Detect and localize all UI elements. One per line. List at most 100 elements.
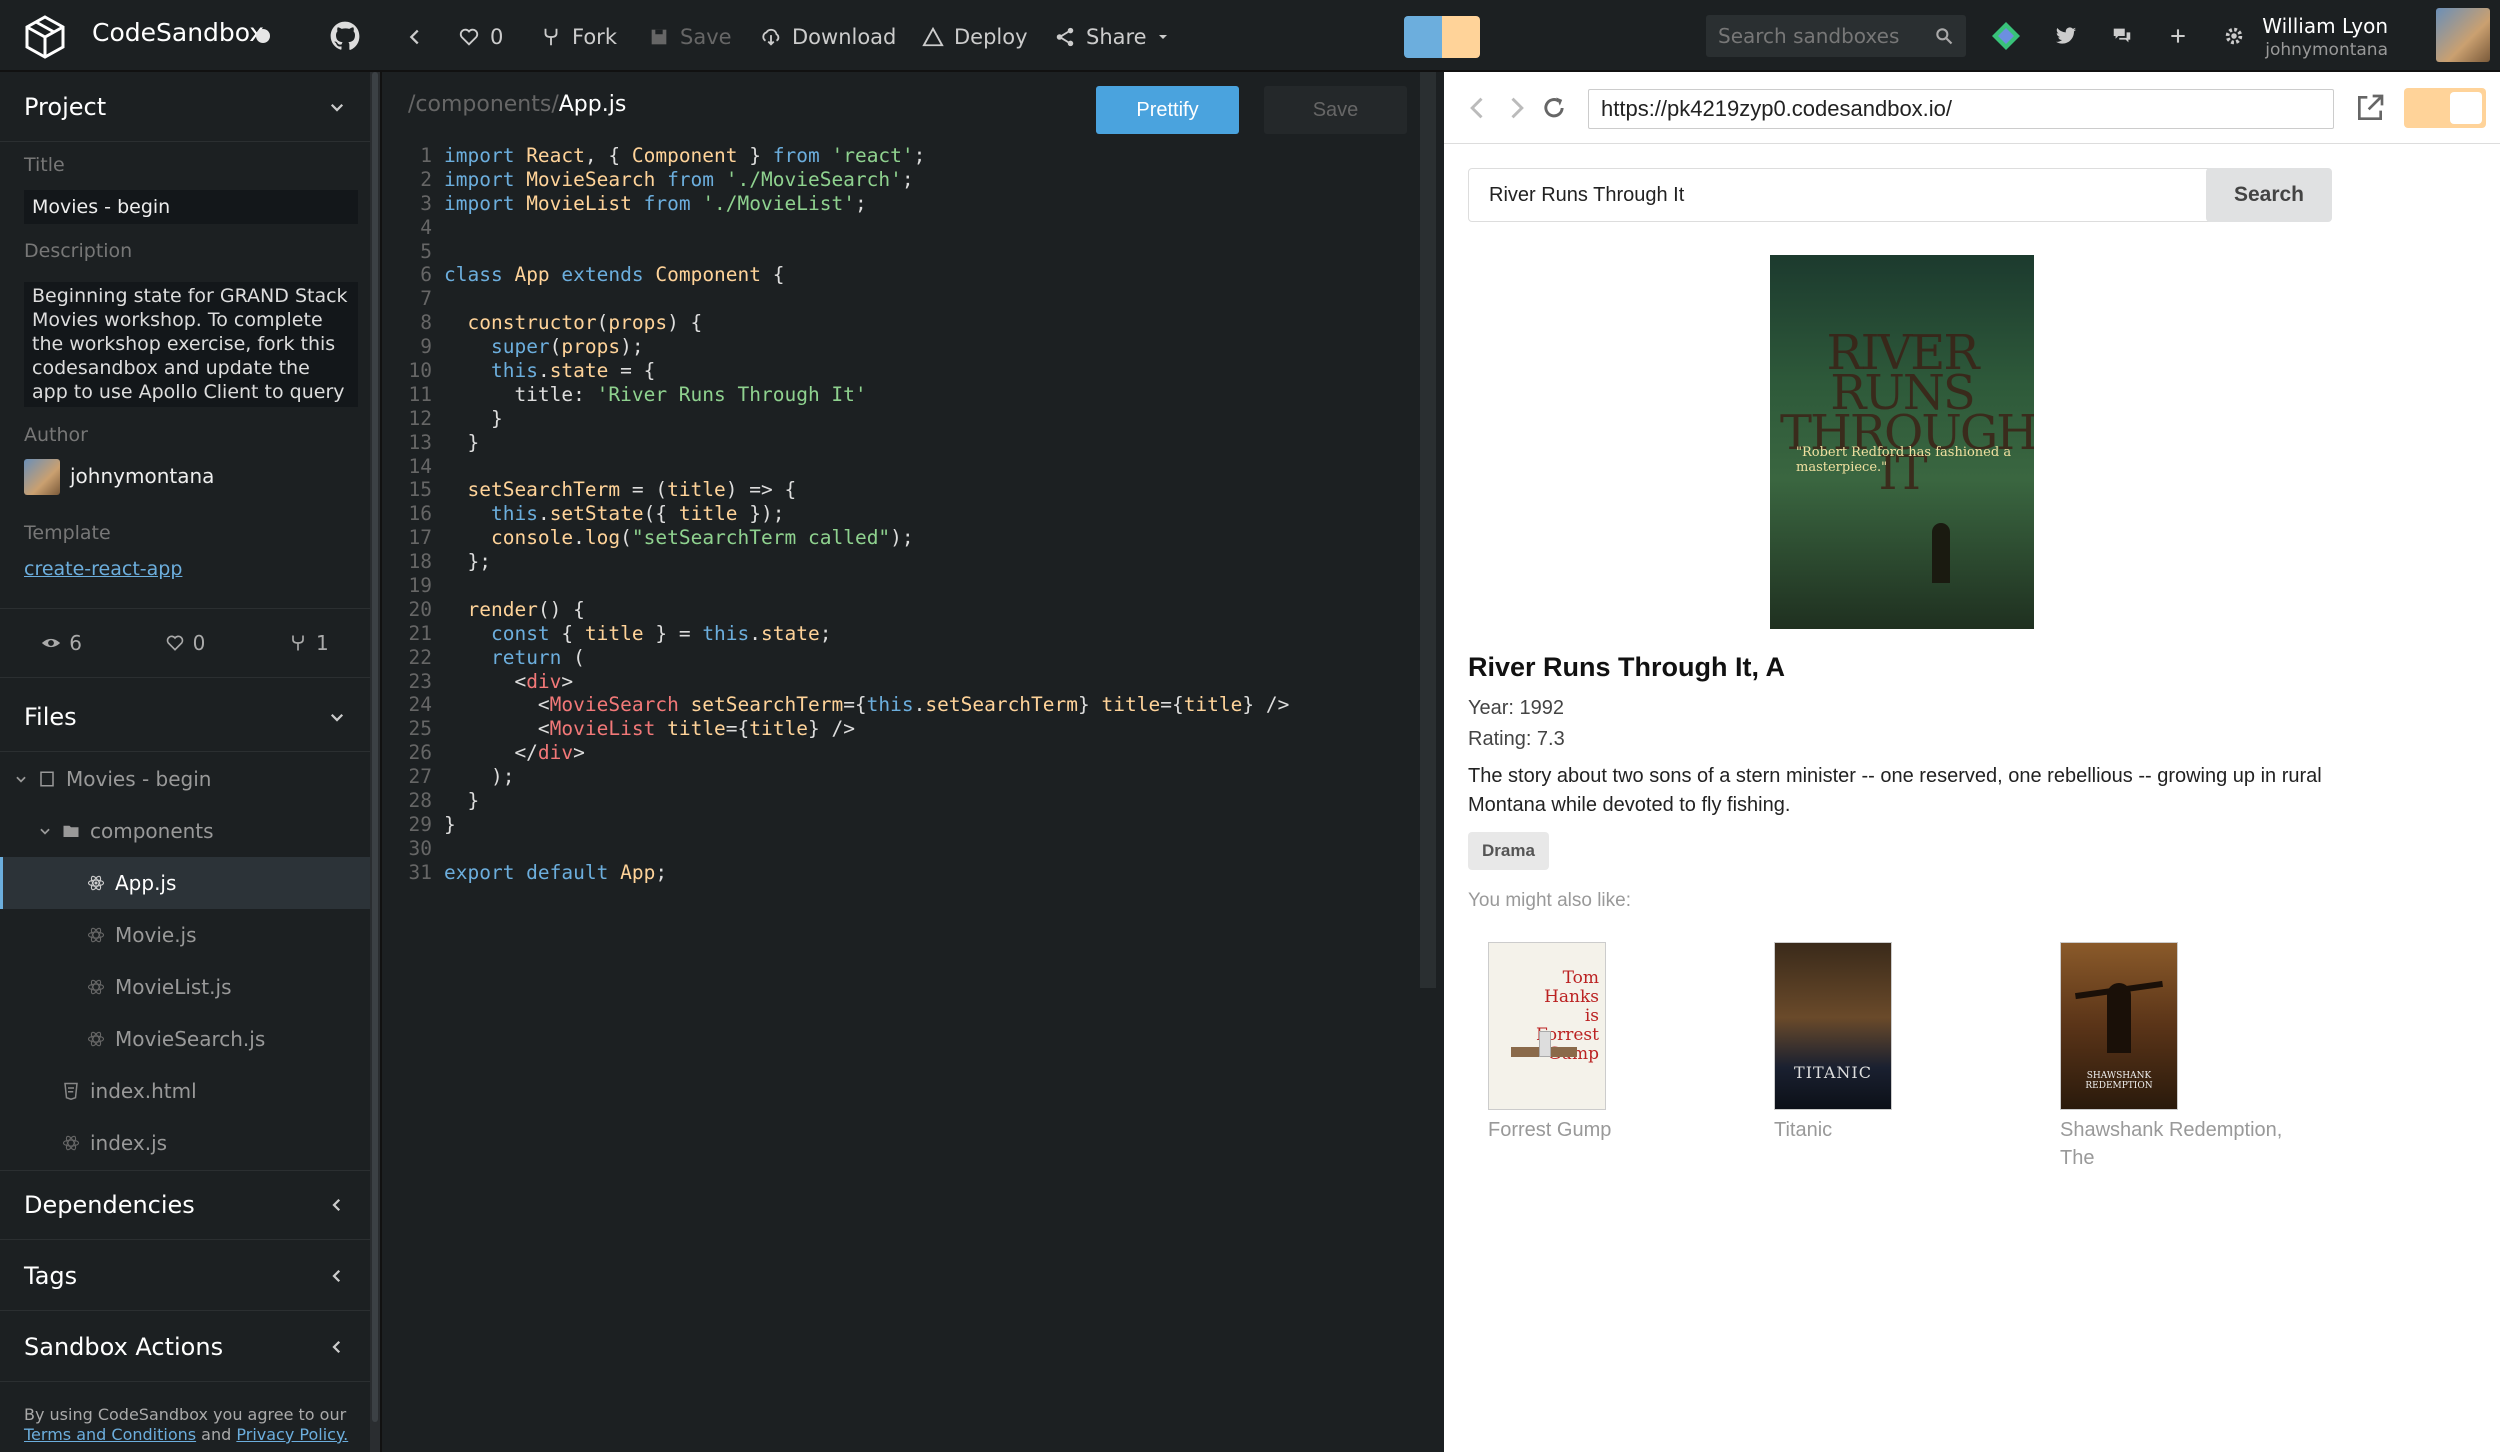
code-line[interactable]: 29} xyxy=(382,813,1422,837)
preview-back-icon[interactable] xyxy=(1464,94,1492,122)
code-line[interactable]: 2 import MovieSearch from './MovieSearch'… xyxy=(382,168,1422,192)
recommendation-item[interactable]: SHAWSHANK REDEMPTION Shawshank Redemptio… xyxy=(2060,942,2290,1172)
files-section-header[interactable]: Files xyxy=(0,682,370,752)
plus-icon[interactable] xyxy=(2162,20,2194,52)
author-avatar[interactable] xyxy=(24,459,60,495)
file-movie-js[interactable]: Movie.js xyxy=(0,909,370,961)
code-line[interactable]: 4 xyxy=(382,216,1422,240)
twitter-icon[interactable] xyxy=(2050,20,2082,52)
prettify-button[interactable]: Prettify xyxy=(1096,86,1239,134)
views-stat: 6 xyxy=(41,631,82,655)
movie-rating: Rating: 7.3 xyxy=(1468,728,1565,750)
code-line[interactable]: 14 xyxy=(382,455,1422,479)
code-line[interactable]: 27 ); xyxy=(382,765,1422,789)
code-line[interactable]: 9 super(props); xyxy=(382,335,1422,359)
title-field[interactable]: Movies - begin xyxy=(24,190,358,224)
share-button[interactable]: Share xyxy=(1054,22,1169,52)
code-line[interactable]: 18 }; xyxy=(382,550,1422,574)
patron-badge-icon[interactable] xyxy=(1990,20,2022,52)
user-name[interactable]: William Lyon xyxy=(2262,14,2388,38)
code-line[interactable]: 28 } xyxy=(382,789,1422,813)
preview-mode-toggle[interactable] xyxy=(2404,88,2486,128)
open-external-icon[interactable] xyxy=(2354,92,2386,124)
code-line[interactable]: 10 this.state = { xyxy=(382,359,1422,383)
file-movielist-js[interactable]: MovieList.js xyxy=(0,961,370,1013)
file-tree-root[interactable]: Movies - begin xyxy=(0,753,370,805)
sandbox-actions-section-header[interactable]: Sandbox Actions xyxy=(0,1312,370,1382)
recommendation-item[interactable]: TITANIC Titanic xyxy=(1774,942,2004,1144)
recommendation-poster[interactable]: TITANIC xyxy=(1774,942,1892,1110)
code-line[interactable]: 3 import MovieList from './MovieList'; xyxy=(382,192,1422,216)
code-line[interactable]: 11 title: 'River Runs Through It' xyxy=(382,383,1422,407)
preview-forward-icon[interactable] xyxy=(1502,94,1530,122)
terms-link[interactable]: Terms and Conditions xyxy=(24,1425,196,1444)
preview-url-field[interactable]: https://pk4219zyp0.codesandbox.io/ xyxy=(1588,89,2334,129)
code-line[interactable]: 26 </div> xyxy=(382,741,1422,765)
code-line[interactable]: 15 setSearchTerm = (title) => { xyxy=(382,478,1422,502)
project-section-header[interactable]: Project xyxy=(0,72,370,142)
sidebar-scrollbar-thumb[interactable] xyxy=(372,72,378,1422)
sidebar-scrollbar[interactable] xyxy=(370,72,380,1452)
editor-view-option[interactable] xyxy=(1404,16,1442,58)
view-mode-toggle[interactable] xyxy=(1404,16,1480,58)
recommendation-title[interactable]: Titanic xyxy=(1774,1116,2004,1144)
like-button[interactable]: 0 xyxy=(458,22,503,52)
editor-scrollbar[interactable] xyxy=(1420,72,1436,988)
author-name[interactable]: johnymontana xyxy=(70,464,214,488)
chat-icon[interactable] xyxy=(2106,20,2138,52)
gear-icon[interactable] xyxy=(2218,20,2250,52)
code-line[interactable]: 30 xyxy=(382,837,1422,861)
code-line[interactable]: 24 <MovieSearch setSearchTerm={this.setS… xyxy=(382,693,1422,717)
code-line[interactable]: 8 constructor(props) { xyxy=(382,311,1422,335)
movie-search-button[interactable]: Search xyxy=(2206,168,2332,222)
code-line[interactable]: 23 <div> xyxy=(382,670,1422,694)
back-button[interactable] xyxy=(404,22,426,52)
preview-refresh-icon[interactable] xyxy=(1540,94,1568,122)
code-line[interactable]: 7 xyxy=(382,287,1422,311)
editor-save-button[interactable]: Save xyxy=(1264,86,1407,134)
file-moviesearch-js[interactable]: MovieSearch.js xyxy=(0,1013,370,1065)
folder-components[interactable]: components xyxy=(0,805,370,857)
deploy-button[interactable]: Deploy xyxy=(922,22,1028,52)
search-icon[interactable] xyxy=(1934,26,1954,46)
recommendation-title[interactable]: Forrest Gump xyxy=(1488,1116,1718,1144)
recommendation-title[interactable]: Shawshank Redemption, The xyxy=(2060,1116,2290,1172)
tags-section-header[interactable]: Tags xyxy=(0,1241,370,1311)
codesandbox-logo-icon[interactable] xyxy=(22,14,68,60)
privacy-link[interactable]: Privacy Policy. xyxy=(236,1425,348,1444)
file-index-js[interactable]: index.js xyxy=(0,1117,370,1169)
code-line[interactable]: 13 } xyxy=(382,431,1422,455)
code-line[interactable]: 25 <MovieList title={title} /> xyxy=(382,717,1422,741)
dependencies-section-header[interactable]: Dependencies xyxy=(0,1170,370,1240)
code-line[interactable]: 12 } xyxy=(382,407,1422,431)
code-line[interactable]: 20 render() { xyxy=(382,598,1422,622)
code-line[interactable]: 22 return ( xyxy=(382,646,1422,670)
code-line[interactable]: 6 class App extends Component { xyxy=(382,263,1422,287)
github-icon[interactable] xyxy=(330,21,360,51)
template-link[interactable]: create-react-app xyxy=(24,558,182,580)
description-field[interactable]: Beginning state for GRAND Stack Movies w… xyxy=(24,282,358,407)
preview-view-option[interactable] xyxy=(1442,16,1480,58)
code-line[interactable]: 17 console.log("setSearchTerm called"); xyxy=(382,526,1422,550)
movie-search-input[interactable]: River Runs Through It xyxy=(1468,168,2212,222)
recommendation-item[interactable]: Tom Hanks is Forrest Gump Forrest Gump xyxy=(1488,942,1718,1144)
fork-button[interactable]: Fork xyxy=(540,22,617,52)
recommendation-poster[interactable]: SHAWSHANK REDEMPTION xyxy=(2060,942,2178,1110)
code-line[interactable]: 5 xyxy=(382,240,1422,264)
code-line[interactable]: 31 export default App; xyxy=(382,861,1422,885)
code-line[interactable]: 19 xyxy=(382,574,1422,598)
recommendation-poster[interactable]: Tom Hanks is Forrest Gump xyxy=(1488,942,1606,1110)
code-line[interactable]: 16 this.setState({ title }); xyxy=(382,502,1422,526)
code-line[interactable]: 21 const { title } = this.state; xyxy=(382,622,1422,646)
file-index-html[interactable]: index.html xyxy=(0,1065,370,1117)
code-area[interactable]: 1 import React, { Component } from 'react… xyxy=(382,144,1422,885)
search-input[interactable] xyxy=(1718,24,1918,48)
download-label: Download xyxy=(792,25,897,49)
code-line[interactable]: 1 import React, { Component } from 'react… xyxy=(382,144,1422,168)
template-label: Template xyxy=(24,522,111,544)
download-button[interactable]: Download xyxy=(760,22,896,52)
poster-text: TITANIC xyxy=(1794,1063,1872,1082)
file-app-js[interactable]: App.js xyxy=(0,857,370,909)
user-avatar[interactable] xyxy=(2436,8,2490,62)
topbar-save-button[interactable]: Save xyxy=(648,22,732,52)
